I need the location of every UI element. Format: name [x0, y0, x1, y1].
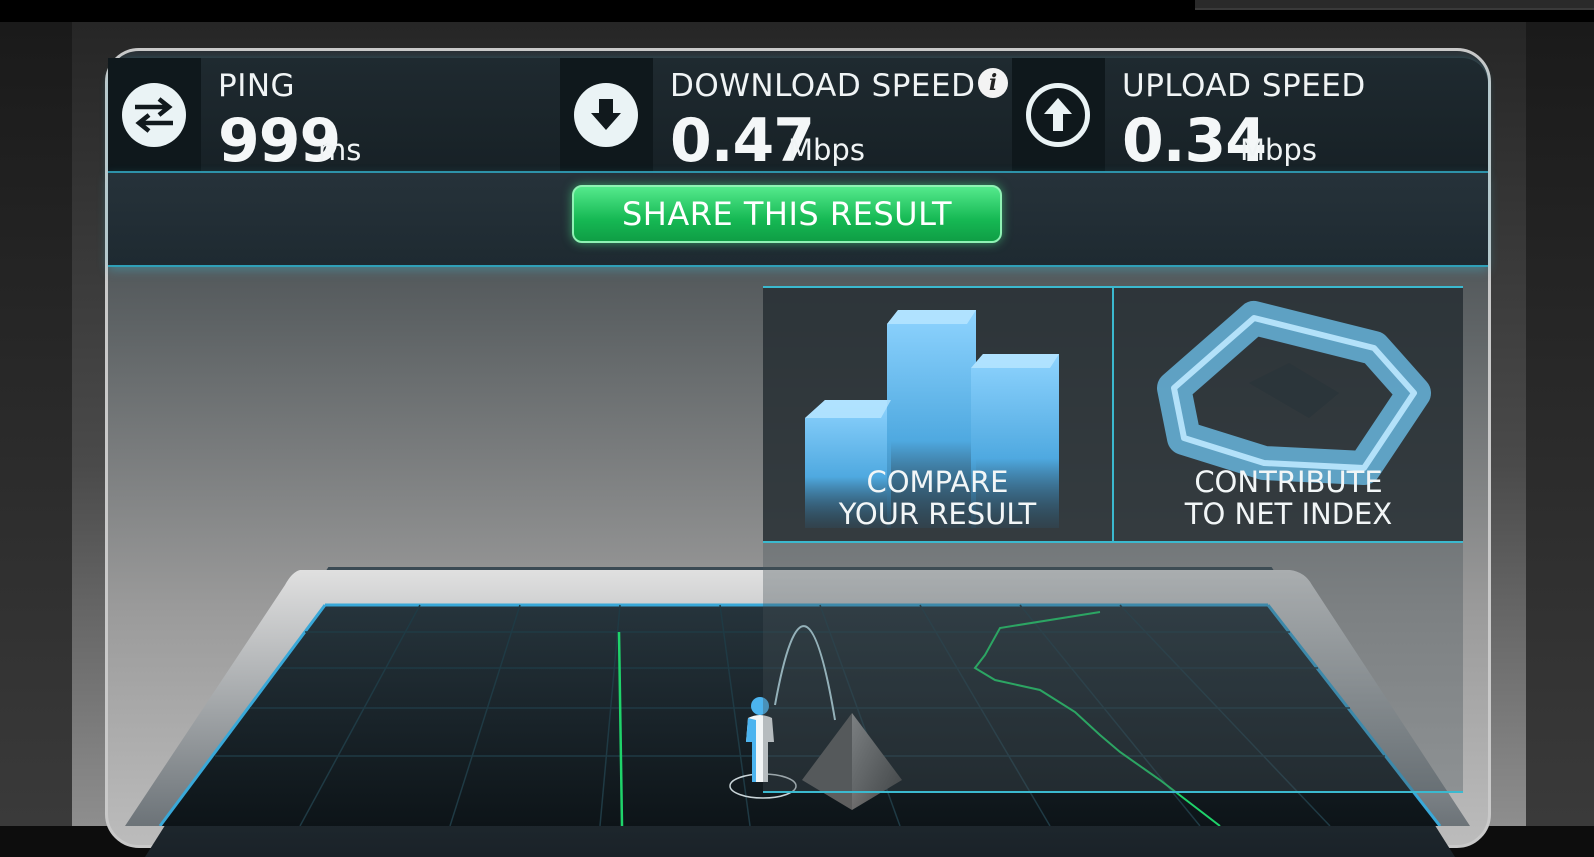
- compare-result-tile[interactable]: COMPARE YOUR RESULT: [763, 288, 1112, 541]
- compare-line1: COMPARE: [866, 465, 1009, 499]
- actions-panel: COMPARE YOUR RESULT CONTRIBUTE TO NET IN…: [763, 286, 1463, 543]
- panel-overlay: [763, 541, 1463, 793]
- compare-line2: YOUR RESULT: [838, 497, 1037, 531]
- contribute-line2: TO NET INDEX: [1184, 497, 1393, 531]
- contribute-line1: CONTRIBUTE: [1194, 465, 1383, 499]
- contribute-tile[interactable]: CONTRIBUTE TO NET INDEX: [1114, 288, 1463, 541]
